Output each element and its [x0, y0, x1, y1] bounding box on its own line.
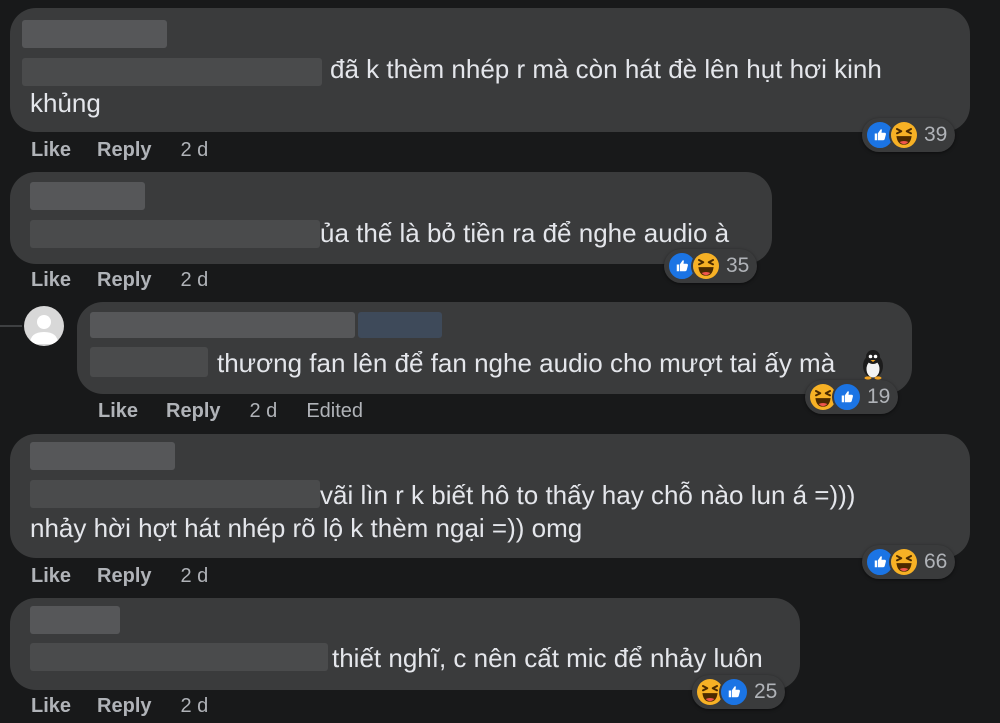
haha-icon [889, 547, 919, 577]
comment-timestamp[interactable]: 2 d [250, 400, 278, 423]
comment-actions: Like Reply 2 d [31, 139, 208, 162]
like-button[interactable]: Like [31, 139, 71, 162]
comment-text: ủa thế là bỏ tiền ra để nghe audio à [320, 218, 730, 248]
reply-button[interactable]: Reply [166, 400, 220, 423]
blurred-mention [30, 643, 328, 671]
comment-text: đã k thèm nhép r mà còn hát đè lên hụt h… [330, 54, 882, 84]
comment-text-line-2: nhảy hời hợt hát nhép rõ lộ k thèm ngại … [30, 513, 583, 543]
reaction-count: 19 [867, 385, 891, 408]
blurred-author-name [30, 182, 145, 210]
comment-actions: Like Reply 2 d [31, 565, 208, 588]
comment-text: thiết nghĩ, c nên cất mic để nhảy luôn [332, 643, 763, 673]
reaction-summary[interactable]: 66 [862, 545, 956, 579]
reply-button[interactable]: Reply [97, 269, 151, 292]
like-button[interactable]: Like [31, 269, 71, 292]
blurred-author-badge [358, 312, 442, 338]
haha-icon [691, 251, 721, 281]
like-button[interactable]: Like [31, 695, 71, 718]
blurred-author-name [22, 20, 167, 48]
reaction-count: 66 [924, 550, 948, 573]
haha-icon [889, 120, 919, 150]
comment-text-line-2: khủng [30, 88, 101, 118]
comment-timestamp[interactable]: 2 d [181, 269, 209, 292]
reply-thread-line [0, 325, 22, 327]
blurred-mention [30, 220, 320, 248]
blurred-author-name [30, 442, 175, 470]
comment-text: thương fan lên để fan nghe audio cho mượ… [217, 348, 836, 378]
comment-timestamp[interactable]: 2 d [181, 565, 209, 588]
reaction-count: 35 [726, 254, 750, 277]
comment-actions: Like Reply 2 d [31, 269, 208, 292]
comment-actions: Like Reply 2 d Edited [98, 400, 363, 423]
like-button[interactable]: Like [31, 565, 71, 588]
like-icon [832, 382, 862, 412]
reply-button[interactable]: Reply [97, 565, 151, 588]
like-icon [719, 677, 749, 707]
blurred-mention [90, 347, 208, 377]
reply-button[interactable]: Reply [97, 695, 151, 718]
default-avatar-icon[interactable] [24, 306, 64, 346]
edited-label[interactable]: Edited [306, 400, 363, 423]
reaction-summary[interactable]: 35 [664, 249, 758, 283]
comment-actions: Like Reply 2 d [31, 695, 208, 718]
comment-timestamp[interactable]: 2 d [181, 695, 209, 718]
blurred-mention [22, 58, 322, 86]
reaction-count: 39 [924, 123, 948, 146]
comment-text: vãi lìn r k biết hô to thấy hay chỗ nào … [320, 480, 856, 510]
reaction-summary[interactable]: 19 [805, 380, 899, 414]
comment-timestamp[interactable]: 2 d [181, 139, 209, 162]
penguin-emoji-icon [858, 348, 888, 380]
reaction-summary[interactable]: 25 [692, 675, 786, 709]
reaction-summary[interactable]: 39 [862, 118, 956, 152]
blurred-mention [30, 480, 320, 508]
blurred-author-name [90, 312, 355, 338]
like-button[interactable]: Like [98, 400, 138, 423]
blurred-author-name [30, 606, 120, 634]
reply-button[interactable]: Reply [97, 139, 151, 162]
reaction-count: 25 [754, 680, 778, 703]
